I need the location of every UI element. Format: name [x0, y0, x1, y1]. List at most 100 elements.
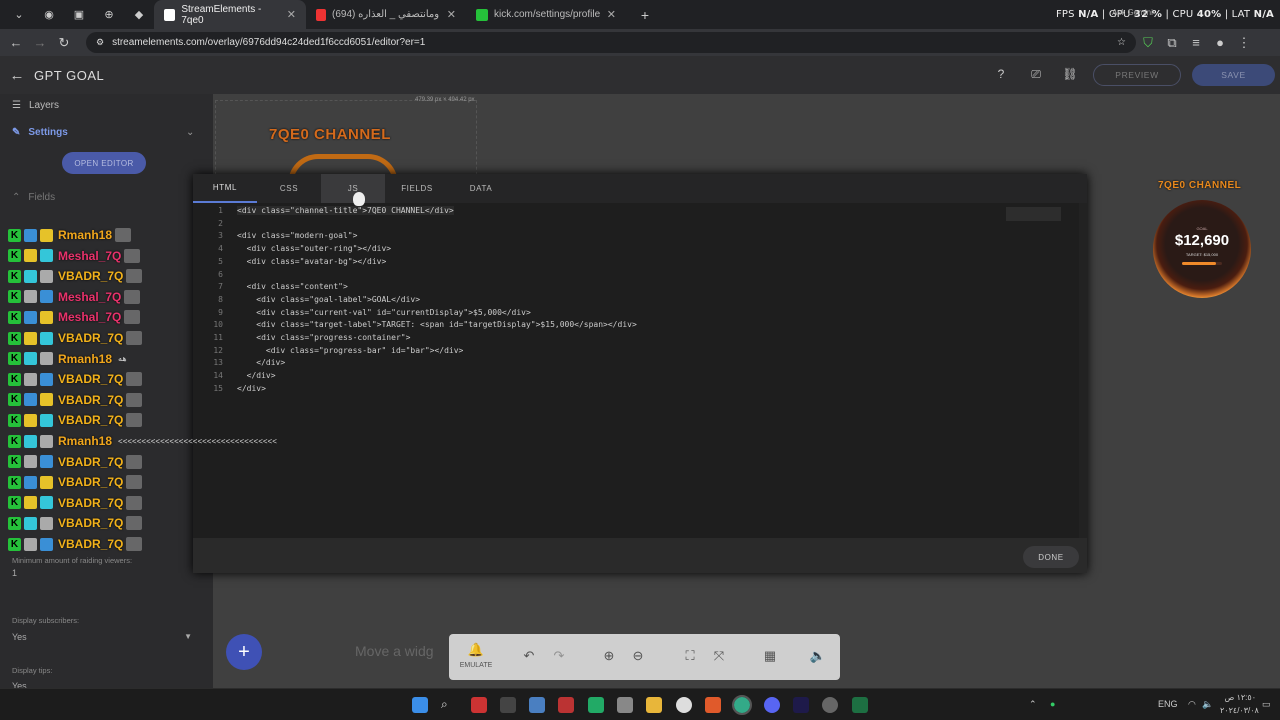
help-icon[interactable]: ? [993, 67, 1009, 83]
fullscreen-icon[interactable]: ⛶ [680, 648, 700, 666]
sidebar-item-layers[interactable]: ☰ Layers [12, 100, 59, 111]
tab-kick[interactable]: kick.com/settings/profile ✕ [466, 0, 626, 29]
app-icon[interactable] [471, 697, 487, 713]
app-icon[interactable] [822, 697, 838, 713]
code-line[interactable]: <div class="progress-bar" id="bar"></div… [237, 346, 463, 355]
code-minimap[interactable] [1006, 207, 1061, 221]
file-explorer-icon[interactable] [646, 697, 662, 713]
profile-avatar[interactable]: ● [1208, 35, 1232, 50]
code-line[interactable]: </div> [237, 371, 276, 380]
chrome-icon[interactable] [732, 695, 752, 715]
tab-fields[interactable]: FIELDS [385, 174, 449, 203]
app-icon[interactable] [500, 697, 516, 713]
redo-icon[interactable]: ↷ [549, 648, 569, 666]
brave-icon[interactable] [705, 697, 721, 713]
url-field[interactable]: ⚙ streamelements.com/overlay/6976dd94c24… [86, 32, 1136, 53]
sound-icon[interactable]: 🔈 [808, 648, 828, 666]
code-line[interactable]: <div class="channel-title">7QE0 CHANNEL<… [237, 206, 454, 215]
forward-icon[interactable]: → [28, 35, 52, 50]
close-tab-icon[interactable]: ✕ [287, 8, 296, 21]
close-tab-icon[interactable]: ✕ [607, 8, 616, 21]
discord-icon[interactable] [764, 697, 780, 713]
volume-icon[interactable]: 🔈 [1202, 699, 1213, 710]
done-button[interactable]: DONE [1023, 546, 1079, 568]
overlay-title: GPT GOAL [34, 67, 105, 83]
steam-icon[interactable] [676, 697, 692, 713]
reload-icon[interactable]: ↻ [52, 35, 76, 51]
premiere-icon[interactable] [793, 697, 809, 713]
clock-time[interactable]: ١٢:٥٠ ص [1220, 693, 1256, 702]
sidebar-item-fields[interactable]: ⌃ Fields [12, 192, 55, 203]
code-line[interactable]: <div class="target-label">TARGET: <span … [237, 320, 637, 329]
back-arrow-icon[interactable]: ← [0, 67, 34, 84]
media-icon[interactable]: ≡ [1184, 35, 1208, 50]
zoom-in-icon[interactable]: ⊕ [599, 648, 619, 666]
undo-icon[interactable]: ↶ [519, 648, 539, 666]
screen-share-icon[interactable]: ⎚ [1028, 67, 1044, 83]
canvas-toolbar: 🔔 EMULATE ↶ ↷ ⊕ ⊖ ⛶ ⤧ ▦ 🔈 [449, 634, 840, 680]
tray-chevron-icon[interactable]: ⌃ [1029, 699, 1037, 710]
tab-html[interactable]: HTML [193, 174, 257, 203]
link-icon[interactable]: ⛓ [1062, 67, 1078, 83]
pinned-tab-icon[interactable]: ⊕ [98, 5, 120, 25]
grid-icon[interactable]: ▦ [760, 648, 780, 666]
sidebar-item-settings[interactable]: ✎ Settings [12, 127, 68, 138]
goal-progress-fill [1182, 262, 1216, 265]
code-line[interactable]: <div class="avatar-bg"></div> [237, 257, 387, 266]
pinned-tab-icon[interactable]: ▣ [68, 5, 90, 25]
close-tab-icon[interactable]: ✕ [447, 8, 456, 21]
goal-widget-preview[interactable]: 7QE0 CHANNEL GOAL $12,690 TARGET: $15,00… [1150, 180, 1254, 300]
code-line[interactable]: </div> [237, 384, 266, 393]
site-info-icon[interactable]: ⚙ [96, 37, 104, 48]
notifications-icon[interactable]: ▭ [1262, 699, 1271, 710]
tab-data[interactable]: DATA [449, 174, 513, 203]
language-indicator[interactable]: ENG [1158, 699, 1178, 709]
settings-app-icon[interactable] [529, 697, 545, 713]
bookmark-star-icon[interactable]: ☆ [1117, 37, 1126, 48]
wifi-icon[interactable]: ◠ [1188, 699, 1196, 710]
code-line[interactable]: <div class="progress-container"> [237, 333, 410, 342]
code-area[interactable]: 1 <div class="channel-title">7QE0 CHANNEL… [193, 206, 1079, 536]
tab-youtube[interactable]: خايبه ومانتصفي _ العذاره (694) ✕ [306, 0, 466, 29]
tab-list-icon[interactable]: ⌄ [8, 5, 30, 25]
pinned-tab-icon[interactable]: ◉ [38, 5, 60, 25]
open-editor-button[interactable]: OPEN EDITOR [62, 152, 146, 174]
min-raid-input[interactable]: 1 [12, 568, 17, 578]
emulate-label[interactable]: EMULATE [455, 662, 497, 669]
code-line[interactable]: <div class="current-val" id="currentDisp… [237, 308, 531, 317]
display-subs-select[interactable]: Yes ▼ [12, 632, 192, 642]
code-line[interactable]: <div class="goal-label">GOAL</div> [237, 295, 420, 304]
back-icon[interactable]: ← [4, 35, 28, 50]
code-line[interactable]: <div class="outer-ring"></div> [237, 244, 392, 253]
tab-streamelements[interactable]: StreamElements - 7qe0 ✕ [154, 0, 306, 29]
emote-icon [126, 537, 143, 551]
new-tab-icon[interactable]: + [634, 5, 656, 25]
code-line[interactable]: <div class="modern-goal"> [237, 231, 357, 240]
chevron-down-icon[interactable]: ⌄ [186, 127, 194, 138]
code-line[interactable]: </div> [237, 358, 285, 367]
bell-icon[interactable]: 🔔 [466, 642, 486, 660]
editor-scrollbar[interactable] [1079, 203, 1087, 538]
tray-status-icon[interactable]: ● [1050, 699, 1055, 709]
extensions-icon[interactable]: ⧉ [1160, 35, 1184, 51]
editor-header: ← GPT GOAL ? ⎚ ⛓ PREVIEW SAVE [0, 56, 1280, 94]
pinned-tab-icon[interactable]: ◆ [128, 5, 150, 25]
app-icon[interactable] [852, 697, 868, 713]
app-icon[interactable] [558, 697, 574, 713]
zoom-out-icon[interactable]: ⊖ [628, 648, 648, 666]
menu-kebab-icon[interactable]: ⋮ [1232, 35, 1256, 51]
preview-button[interactable]: PREVIEW [1093, 64, 1181, 86]
code-line[interactable]: <div class="content"> [237, 282, 348, 291]
app-icon[interactable] [617, 697, 633, 713]
add-widget-button[interactable]: + [226, 634, 262, 670]
shield-extension-icon[interactable]: ⛉ [1136, 35, 1160, 51]
tab-css[interactable]: CSS [257, 174, 321, 203]
chat-username: VBADR_7Q [58, 331, 124, 345]
chat-username: VBADR_7Q [58, 537, 124, 551]
app-icon[interactable] [588, 697, 604, 713]
fit-screen-icon[interactable]: ⤧ [709, 648, 729, 666]
save-button[interactable]: SAVE [1192, 64, 1275, 86]
clock-date[interactable]: ٢٠٢٤/٠٣/٠٨ [1220, 706, 1259, 715]
windows-start-icon[interactable] [412, 697, 428, 713]
search-icon[interactable]: ⌕ [441, 697, 457, 713]
